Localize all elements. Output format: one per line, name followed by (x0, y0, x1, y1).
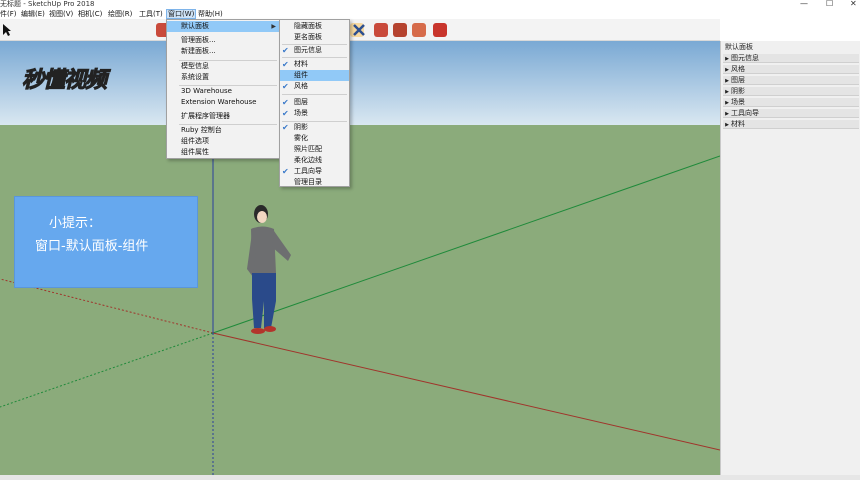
menu-view[interactable]: 视图(V) (49, 9, 73, 19)
menu-window[interactable]: 窗口(W) (166, 9, 197, 19)
checkmark-icon: ✔ (282, 123, 289, 132)
expand-triangle-icon: ▶ (725, 100, 729, 106)
menu-bar: 件(F) 编辑(E) 视图(V) 相机(C) 绘图(R) 工具(T) 窗口(W)… (0, 9, 860, 19)
submenu-item-fog[interactable]: 雾化 (280, 133, 349, 144)
menu-item-extension-warehouse[interactable]: Extension Warehouse (167, 97, 279, 108)
tray-title: 默认面板 (725, 43, 753, 51)
submenu-item-components[interactable]: 组件 (280, 70, 349, 81)
watermark-logo: 秒懂视频 (21, 67, 107, 94)
submenu-item-shadows[interactable]: ✔ 阴影 (280, 122, 349, 133)
submenu-arrow-icon: ▶ (271, 23, 276, 30)
toolbar (0, 19, 720, 41)
maximize-button[interactable]: ☐ (826, 0, 833, 8)
menu-draw[interactable]: 绘图(R) (108, 9, 132, 19)
minimize-button[interactable]: — (800, 0, 808, 8)
default-tray-submenu: 隐藏面板 更名面板 ✔ 图元信息 ✔ 材料 组件 ✔ 风格 ✔ 图层 ✔ 场景 ✔ 阴影 雾… (279, 19, 350, 187)
submenu-item-rename-tray[interactable]: 更名面板 (280, 32, 349, 43)
expand-triangle-icon: ▶ (725, 122, 729, 128)
checkmark-icon: ✔ (282, 167, 289, 176)
menu-item-default-tray[interactable]: 默认面板 ▶ (167, 21, 279, 32)
toolbar-icon-c[interactable] (393, 23, 407, 37)
expand-triangle-icon: ▶ (725, 78, 729, 84)
submenu-item-scenes[interactable]: ✔ 场景 (280, 108, 349, 119)
toolbar-icon-d[interactable] (412, 23, 426, 37)
sky (0, 41, 720, 125)
tray-item-materials[interactable]: ▶ 材料 (723, 120, 859, 129)
hint-title: 小提示： (49, 216, 102, 231)
submenu-item-styles[interactable]: ✔ 风格 (280, 81, 349, 92)
menu-tools[interactable]: 工具(T) (139, 9, 163, 19)
expand-triangle-icon: ▶ (725, 111, 729, 117)
window-title: 无标题 - SketchUp Pro 2018 (0, 0, 95, 8)
menu-item-preferences[interactable]: 系统设置 (167, 72, 279, 83)
menu-item-component-options[interactable]: 组件选项 (167, 136, 279, 147)
x-ray-icon[interactable] (352, 23, 366, 37)
submenu-item-entity-info[interactable]: ✔ 图元信息 (280, 45, 349, 56)
menu-item-manage-trays[interactable]: 管理面板... (167, 35, 279, 46)
submenu-item-instructor[interactable]: ✔ 工具向导 (280, 166, 349, 177)
menu-item-model-info[interactable]: 模型信息 (167, 61, 279, 72)
checkmark-icon: ✔ (282, 46, 289, 55)
tray-item-scenes[interactable]: ▶ 场景 (723, 98, 859, 107)
tray-item-shadows[interactable]: ▶ 阴影 (723, 87, 859, 96)
tray-item-entity-info[interactable]: ▶ 图元信息 (723, 54, 859, 63)
hint-box: 小提示： 窗口-默认面板-组件 (14, 196, 198, 288)
menu-item-new-tray[interactable]: 新建面板... (167, 46, 279, 57)
menu-separator (282, 57, 347, 58)
tray-item-instructor[interactable]: ▶ 工具向导 (723, 109, 859, 118)
checkmark-icon: ✔ (282, 109, 289, 118)
checkmark-icon: ✔ (282, 82, 289, 91)
menu-edit[interactable]: 编辑(E) (21, 9, 45, 19)
submenu-item-materials[interactable]: ✔ 材料 (280, 59, 349, 70)
default-tray: 默认面板 ▶ 图元信息 ▶ 风格 ▶ 图层 ▶ 阴影 ▶ 场景 ▶ 工具向导 ▶ 材料 (720, 41, 860, 475)
menu-item-ruby-console[interactable]: Ruby 控制台 (167, 125, 279, 136)
submenu-item-match-photo[interactable]: 照片匹配 (280, 144, 349, 155)
expand-triangle-icon: ▶ (725, 56, 729, 62)
expand-triangle-icon: ▶ (725, 89, 729, 95)
submenu-item-manage-catalogs[interactable]: 管理目录 (280, 177, 349, 188)
toolbar-icon-e[interactable] (433, 23, 447, 37)
select-arrow-icon[interactable] (2, 23, 12, 37)
hint-text: 窗口-默认面板-组件 (35, 239, 149, 254)
menu-item-3d-warehouse[interactable]: 3D Warehouse (167, 86, 279, 97)
close-button[interactable]: ✕ (850, 0, 857, 8)
title-bar: 无标题 - SketchUp Pro 2018 — ☐ ✕ (0, 0, 860, 9)
checkmark-icon: ✔ (282, 60, 289, 69)
menu-separator (282, 94, 347, 95)
window-menu: 默认面板 ▶ 管理面板... 新建面板... 模型信息 系统设置 3D Ware… (166, 19, 280, 159)
tray-item-styles[interactable]: ▶ 风格 (723, 65, 859, 74)
tray-item-layers[interactable]: ▶ 图层 (723, 76, 859, 85)
toolbar-icon-b[interactable] (374, 23, 388, 37)
submenu-item-soften-edges[interactable]: 柔化边线 (280, 155, 349, 166)
submenu-item-layers[interactable]: ✔ 图层 (280, 97, 349, 108)
menu-item-component-attributes[interactable]: 组件属性 (167, 147, 279, 158)
menu-help[interactable]: 帮助(H) (198, 9, 223, 19)
checkmark-icon: ✔ (282, 98, 289, 107)
expand-triangle-icon: ▶ (725, 67, 729, 73)
submenu-item-hide-tray[interactable]: 隐藏面板 (280, 21, 349, 32)
menu-file[interactable]: 件(F) (0, 9, 17, 19)
menu-item-extension-manager[interactable]: 扩展程序管理器 (167, 111, 279, 122)
menu-camera[interactable]: 相机(C) (78, 9, 102, 19)
status-bar (0, 475, 860, 480)
ground (0, 125, 720, 475)
